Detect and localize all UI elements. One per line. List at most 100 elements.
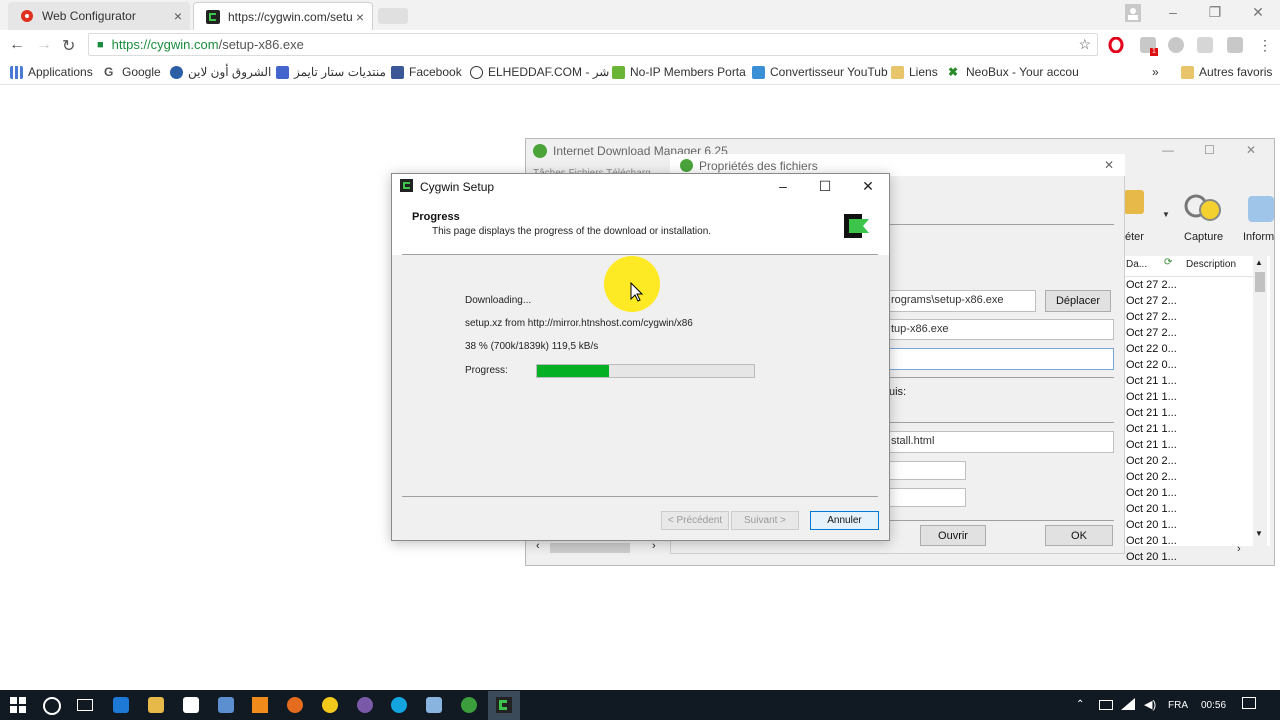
- save-path-field[interactable]: rograms\setup-x86.exe: [886, 290, 1036, 312]
- next-button[interactable]: Suivant >: [731, 511, 799, 530]
- list-item[interactable]: Oct 27 2...: [1126, 327, 1177, 339]
- bookmark-youtube-converter[interactable]: Convertisseur YouTub: [752, 63, 888, 81]
- scroll-right-icon[interactable]: ›: [1237, 543, 1241, 555]
- bookmark-other[interactable]: Autres favoris: [1181, 63, 1272, 81]
- new-tab-button[interactable]: [378, 8, 408, 24]
- windows-start-icon[interactable]: [10, 697, 26, 716]
- idm-info-icon[interactable]: [1248, 196, 1274, 222]
- column-description[interactable]: Description: [1186, 259, 1236, 270]
- idm-toolbar-capture-label[interactable]: Capture: [1184, 231, 1223, 243]
- ok-button[interactable]: OK: [1045, 525, 1113, 546]
- password-field[interactable]: [886, 488, 966, 507]
- bookmarks-overflow[interactable]: »: [1152, 63, 1159, 81]
- close-window-icon[interactable]: ✕: [1243, 4, 1273, 22]
- extension-icon[interactable]: [1168, 37, 1184, 53]
- maximize-window-icon[interactable]: ❐: [1200, 4, 1230, 22]
- bookmark-google[interactable]: G Google: [104, 63, 161, 81]
- opera-icon[interactable]: [1108, 36, 1124, 54]
- scroll-down-icon[interactable]: ▼: [1255, 529, 1263, 538]
- maximize-icon[interactable]: ☐: [813, 178, 837, 195]
- list-item[interactable]: Oct 21 1...: [1126, 391, 1177, 403]
- props-close-icon[interactable]: ✕: [1104, 158, 1114, 172]
- bookmark-liens[interactable]: Liens: [891, 63, 938, 81]
- firefox-icon[interactable]: [287, 697, 303, 713]
- app-icon[interactable]: [357, 697, 373, 713]
- list-item[interactable]: Oct 20 1...: [1126, 519, 1177, 531]
- bookmark-applications[interactable]: Applications: [10, 63, 93, 81]
- search-icon[interactable]: [43, 697, 61, 715]
- dropdown-arrow-icon[interactable]: ▼: [1162, 210, 1170, 219]
- idm-close-icon[interactable]: ✕: [1246, 143, 1256, 157]
- scroll-left-icon[interactable]: ‹: [536, 540, 540, 552]
- bookmark-facebook[interactable]: Facebook: [391, 63, 462, 81]
- scroll-right-icon[interactable]: ›: [652, 540, 656, 552]
- minimize-window-icon[interactable]: –: [1158, 4, 1188, 22]
- idm-minimize-icon[interactable]: —: [1162, 143, 1174, 157]
- cygwin-taskbar-item[interactable]: [488, 691, 520, 720]
- bookmark-neobux[interactable]: ✖ NeoBux - Your accou: [948, 63, 1079, 81]
- minimize-icon[interactable]: –: [771, 178, 795, 194]
- tray-chevron-icon[interactable]: ⌃: [1076, 699, 1084, 710]
- app-window-icon[interactable]: [426, 697, 442, 713]
- list-item[interactable]: Oct 21 1...: [1126, 407, 1177, 419]
- shield-icon[interactable]: [1197, 37, 1213, 53]
- list-item[interactable]: Oct 20 2...: [1126, 455, 1177, 467]
- idm-toolbar-info-label[interactable]: Inform: [1243, 231, 1274, 243]
- bookmark-echorouk[interactable]: الشروق أون لاين: [170, 63, 271, 81]
- idm-maximize-icon[interactable]: ☐: [1204, 143, 1215, 157]
- reload-icon[interactable]: ↻: [62, 36, 75, 56]
- back-arrow-icon[interactable]: ←: [9, 36, 25, 54]
- volume-icon[interactable]: ◀): [1144, 698, 1156, 711]
- list-item[interactable]: Oct 20 1...: [1126, 503, 1177, 515]
- idm-capture-icon[interactable]: [1182, 192, 1226, 224]
- list-item[interactable]: Oct 21 1...: [1126, 439, 1177, 451]
- menu-icon[interactable]: ⋮: [1258, 37, 1272, 54]
- scroll-thumb[interactable]: [550, 543, 630, 553]
- skype-icon[interactable]: [391, 697, 407, 713]
- edge-icon[interactable]: [113, 697, 129, 713]
- profile-icon[interactable]: [1118, 4, 1148, 22]
- idm-taskbar-icon[interactable]: [461, 697, 477, 713]
- scroll-thumb[interactable]: [1255, 272, 1265, 292]
- vlc-icon[interactable]: [252, 697, 268, 713]
- list-item[interactable]: Oct 20 1...: [1126, 535, 1177, 547]
- back-button[interactable]: < Précédent: [661, 511, 729, 530]
- list-item[interactable]: Oct 21 1...: [1126, 375, 1177, 387]
- idm-delete-icon[interactable]: [1124, 190, 1144, 214]
- file-explorer-icon[interactable]: [148, 697, 164, 713]
- store-icon[interactable]: [183, 697, 199, 713]
- extension-icon[interactable]: [1227, 37, 1243, 53]
- bookmark-startimes[interactable]: منتديات ستار تايمز: [276, 63, 386, 81]
- list-item[interactable]: Oct 22 0...: [1126, 359, 1177, 371]
- chrome-icon[interactable]: [322, 697, 338, 713]
- scroll-up-icon[interactable]: ▲: [1255, 258, 1263, 267]
- tab-cygwin[interactable]: https://cygwin.com/setu ×: [193, 2, 373, 30]
- list-item[interactable]: Oct 20 2...: [1126, 471, 1177, 483]
- list-item[interactable]: Oct 21 1...: [1126, 423, 1177, 435]
- close-tab-icon[interactable]: ×: [356, 9, 364, 25]
- task-view-icon[interactable]: [77, 699, 93, 711]
- close-tab-icon[interactable]: ×: [174, 8, 182, 24]
- bookmark-star-icon[interactable]: ☆: [1078, 36, 1091, 53]
- list-item[interactable]: Oct 27 2...: [1126, 279, 1177, 291]
- idm-hscrollbar[interactable]: ‹ ›: [530, 540, 670, 556]
- list-item[interactable]: Oct 22 0...: [1126, 343, 1177, 355]
- list-item[interactable]: Oct 20 1...: [1126, 487, 1177, 499]
- list-item[interactable]: Oct 27 2...: [1126, 311, 1177, 323]
- bookmark-elheddaf[interactable]: ELHEDDAF.COM - شر: [470, 63, 609, 81]
- column-date[interactable]: Da...: [1126, 259, 1147, 270]
- forward-arrow-icon[interactable]: →: [36, 36, 52, 54]
- list-item[interactable]: Oct 20 1...: [1126, 551, 1177, 563]
- close-icon[interactable]: ✕: [856, 178, 880, 195]
- list-item[interactable]: Oct 27 2...: [1126, 295, 1177, 307]
- address-bar[interactable]: ■ https://cygwin.com/setup-x86.exe ☆: [88, 33, 1098, 56]
- tab-web-configurator[interactable]: Web Configurator ×: [8, 2, 190, 30]
- keyboard-icon[interactable]: [218, 697, 234, 713]
- login-field[interactable]: [886, 461, 966, 480]
- input-language[interactable]: FRA: [1168, 700, 1188, 711]
- filename-field[interactable]: tup-x86.exe: [886, 319, 1114, 340]
- open-button[interactable]: Ouvrir: [920, 525, 986, 546]
- battery-icon[interactable]: [1099, 700, 1113, 710]
- clock[interactable]: 00:56: [1201, 700, 1226, 711]
- cancel-button[interactable]: Annuler: [810, 511, 879, 530]
